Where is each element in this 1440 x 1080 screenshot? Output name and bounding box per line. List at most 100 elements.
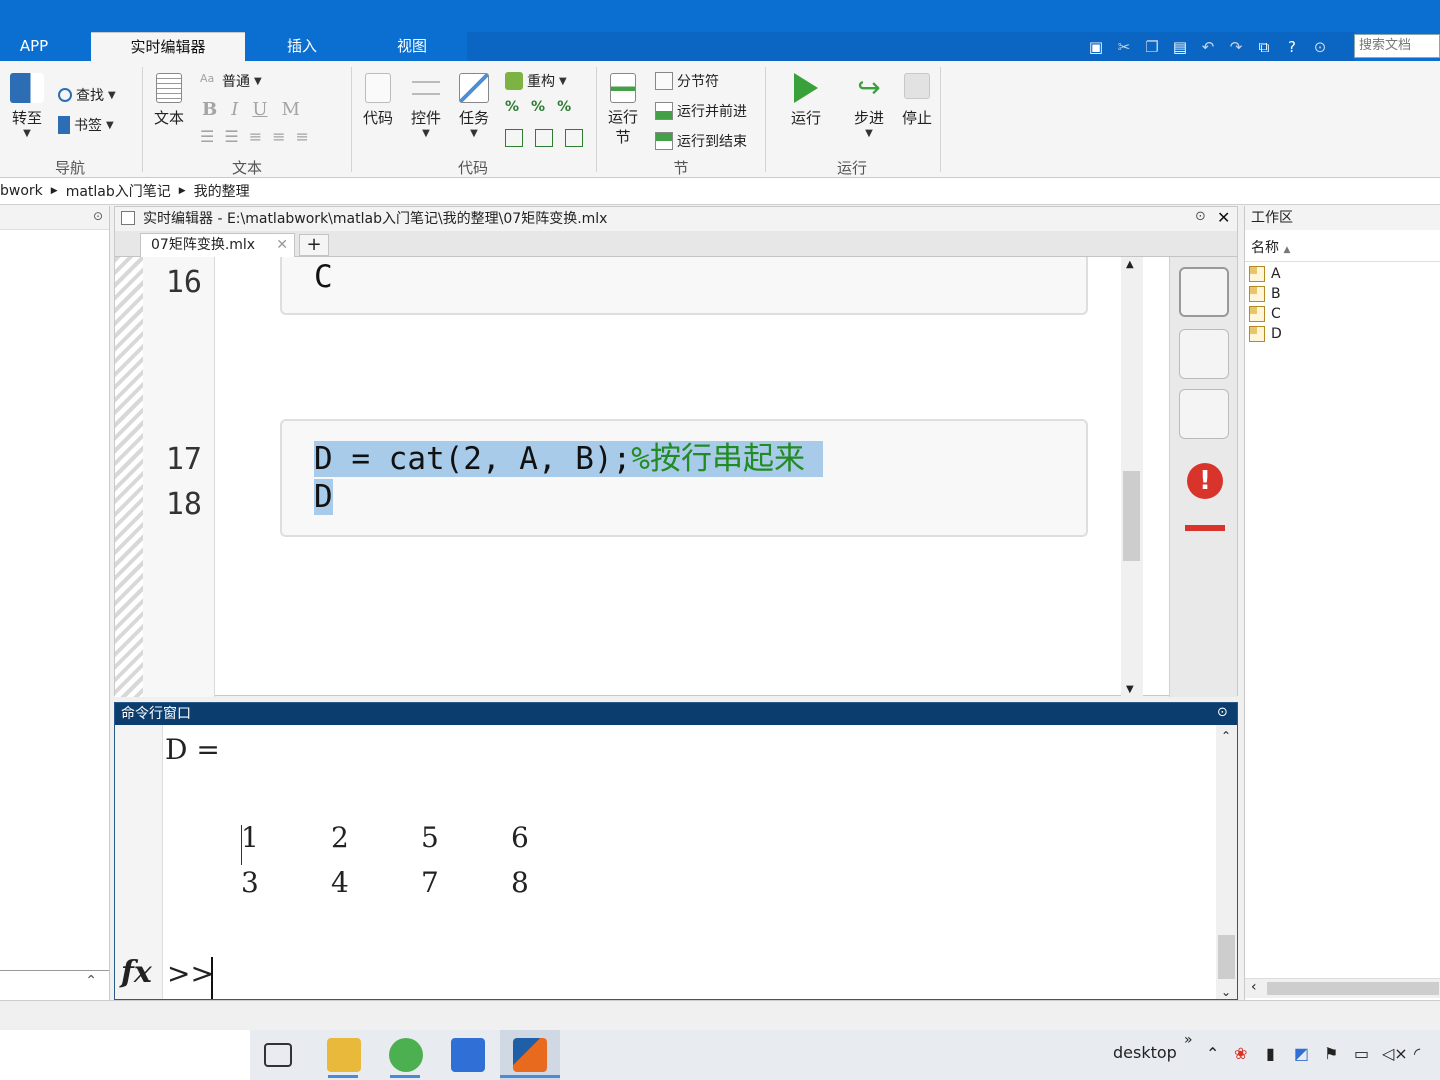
italic-button[interactable]: I [231, 99, 238, 120]
refactor-dropdown[interactable]: 重构 ▼ [505, 71, 567, 91]
file-explorer-icon[interactable] [327, 1038, 361, 1072]
undo-icon[interactable]: ↶ [1197, 37, 1219, 57]
expand-icon[interactable]: ⊙ [1309, 37, 1331, 57]
panel-menu-icon[interactable]: ⊙ [1195, 209, 1206, 224]
wrap-comment-icon[interactable]: % [557, 99, 571, 115]
function-browser-icon[interactable]: fx [121, 955, 152, 990]
close-icon[interactable]: ✕ [1217, 208, 1230, 227]
bookmark-button[interactable]: 书签 ▼ [58, 115, 114, 135]
goto-button[interactable]: 转至 ▼ [2, 73, 52, 139]
run-button[interactable]: 运行 [781, 73, 831, 128]
scroll-left-icon[interactable]: ‹ [1251, 979, 1257, 995]
workspace-variable[interactable]: C [1249, 304, 1281, 324]
code-button[interactable]: 代码 [353, 73, 403, 128]
smart-indent-icon[interactable] [505, 129, 523, 147]
code-block[interactable]: C [280, 257, 1088, 315]
scrollbar-thumb[interactable] [1123, 471, 1140, 561]
run-section-button[interactable]: 运行节 [598, 73, 648, 147]
code-line[interactable]: D = cat(2, A, B);%按行串起来 [314, 433, 823, 478]
numbered-list-icon[interactable]: ☰ [224, 127, 238, 146]
task-button[interactable]: 任务 ▼ [449, 73, 499, 139]
search-docs-input[interactable]: 搜索文档 [1354, 34, 1440, 58]
error-indicator-icon[interactable]: ! [1187, 463, 1223, 499]
battery-icon[interactable]: ▭ [1354, 1044, 1369, 1063]
breadcrumb-item[interactable]: bwork [0, 183, 43, 199]
bold-button[interactable]: B [202, 99, 217, 120]
output-inline-view-button[interactable] [1179, 329, 1229, 379]
add-tab-button[interactable]: + [299, 234, 329, 256]
save-icon[interactable]: ▣ [1085, 37, 1107, 57]
panel-menu-icon[interactable]: ⊙ [1217, 705, 1228, 720]
monospace-button[interactable]: M [282, 99, 300, 120]
control-button[interactable]: 控件 ▼ [401, 73, 451, 139]
tab-live-editor[interactable]: 实时编辑器 [91, 32, 245, 61]
style-dropdown[interactable]: Aa 普通 ▼ [200, 71, 262, 91]
code-block[interactable]: D = cat(2, A, B);%按行串起来 D [280, 419, 1088, 537]
workspace-hscrollbar[interactable]: ‹ [1245, 978, 1440, 998]
help-icon[interactable]: ? [1281, 37, 1303, 57]
tab-app[interactable]: APP [0, 32, 68, 61]
show-hidden-icons-icon[interactable]: ⌃ [1206, 1044, 1219, 1063]
notification-icon[interactable]: ⚑ [1324, 1044, 1338, 1063]
desktop-toolbar-label[interactable]: desktop [1113, 1043, 1177, 1062]
browser-icon[interactable] [389, 1038, 423, 1072]
text-button[interactable]: 文本 [144, 73, 194, 128]
copy-icon[interactable]: ❐ [1141, 37, 1163, 57]
cut-icon[interactable]: ✂ [1113, 37, 1135, 57]
step-button[interactable]: ↪ 步进 ▼ [844, 73, 894, 140]
decrease-indent-icon[interactable] [565, 129, 583, 147]
section-break-label: 分节符 [677, 74, 719, 90]
tab-file[interactable]: 07矩阵变换.mlx ✕ [140, 233, 295, 258]
section-break-button[interactable]: 分节符 [655, 71, 719, 91]
output-right-view-button[interactable] [1179, 267, 1229, 317]
tab-view[interactable]: 视图 [357, 32, 467, 61]
scroll-up-icon[interactable]: ⌃ [1221, 729, 1231, 743]
find-button[interactable]: 查找 ▼ [58, 85, 116, 105]
workspace-variable[interactable]: A [1249, 264, 1281, 284]
details-pane-toggle[interactable]: ⌃ [0, 970, 109, 994]
column-header-name[interactable]: 名称 ▲ [1245, 236, 1440, 262]
switch-windows-icon[interactable]: ⧉ [1253, 37, 1275, 57]
align-center-icon[interactable]: ≡ [272, 127, 285, 146]
tab-insert[interactable]: 插入 [247, 32, 357, 61]
scroll-down-icon[interactable]: ⌄ [1221, 985, 1231, 999]
align-left-icon[interactable]: ≡ [249, 127, 262, 146]
code-line[interactable]: D [314, 479, 333, 515]
command-input[interactable] [211, 957, 213, 999]
matlab-icon[interactable] [513, 1038, 547, 1072]
error-marker[interactable] [1185, 525, 1225, 531]
microphone-icon[interactable]: ▮ [1266, 1044, 1275, 1063]
increase-indent-icon[interactable] [535, 129, 553, 147]
uncomment-icon[interactable]: % [531, 99, 545, 115]
run-and-advance-button[interactable]: 运行并前进 [655, 101, 747, 121]
breadcrumb-item[interactable]: 我的整理 [194, 181, 250, 201]
align-right-icon[interactable]: ≡ [296, 127, 309, 146]
app-tray-icon[interactable]: ❀ [1234, 1044, 1247, 1063]
bullet-list-icon[interactable]: ☰ [200, 127, 214, 146]
volume-muted-icon[interactable]: ◁× [1382, 1044, 1408, 1063]
hide-code-view-button[interactable] [1179, 389, 1229, 439]
wifi-icon[interactable]: ◜ [1414, 1044, 1420, 1063]
redo-icon[interactable]: ↷ [1225, 37, 1247, 57]
underline-button[interactable]: U [252, 99, 267, 120]
scroll-up-icon[interactable]: ▲ [1126, 259, 1134, 270]
toolbar-overflow-icon[interactable]: » [1184, 1032, 1193, 1048]
comment-icon[interactable]: % [505, 99, 519, 115]
run-advance-icon [655, 102, 673, 120]
scroll-down-icon[interactable]: ▼ [1126, 684, 1134, 695]
breadcrumb-item[interactable]: matlab入门笔记 [66, 181, 171, 201]
stop-button[interactable]: 停止 [892, 73, 942, 128]
paste-icon[interactable]: ▤ [1169, 37, 1191, 57]
code-line[interactable]: C [314, 259, 333, 295]
run-to-end-button[interactable]: 运行到结束 [655, 131, 747, 151]
scrollbar-thumb[interactable] [1218, 935, 1235, 979]
close-icon[interactable]: ✕ [276, 234, 288, 257]
scrollbar-thumb[interactable] [1267, 982, 1439, 995]
messaging-app-icon[interactable] [451, 1038, 485, 1072]
panel-menu-icon[interactable]: ⊙ [93, 209, 103, 223]
tray-app-icon[interactable]: ◩ [1294, 1044, 1309, 1063]
workspace-variable[interactable]: D [1249, 324, 1282, 344]
matrix-cell: 8 [511, 866, 529, 899]
task-view-icon[interactable] [264, 1043, 292, 1067]
workspace-variable[interactable]: B [1249, 284, 1281, 304]
